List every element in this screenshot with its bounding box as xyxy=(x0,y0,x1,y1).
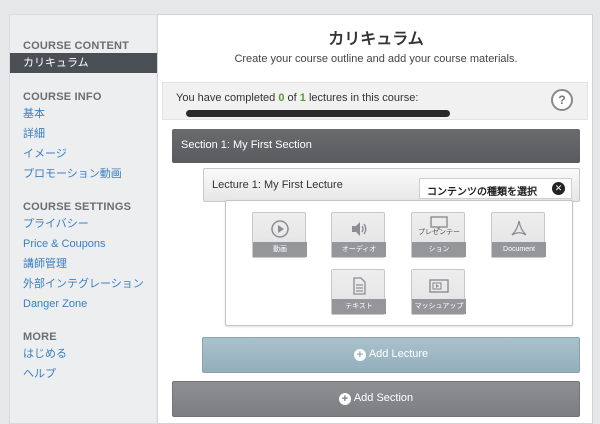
plus-circle-icon: + xyxy=(338,393,351,405)
section-title: Section 1: My First Section xyxy=(181,139,312,151)
sidebar-group-course-info: COURSE INFO 基本 詳細 イメージ プロモーション動画 xyxy=(10,90,157,184)
add-section-content: + Add Section xyxy=(173,392,579,405)
mashup-icon xyxy=(412,275,466,297)
page-subtitle: Create your course outline and add your … xyxy=(234,53,518,65)
content-type-text[interactable]: テキスト xyxy=(331,269,386,315)
content-type-video[interactable]: 動画 xyxy=(252,212,307,258)
content-picker-title: コンテンツの種類を選択 xyxy=(427,187,537,198)
sidebar-item-details[interactable]: 詳細 xyxy=(10,124,157,144)
sidebar-item-privacy[interactable]: プライバシー xyxy=(10,214,157,234)
sidebar-heading-more: MORE xyxy=(23,331,57,343)
sidebar-item-price-coupons[interactable]: Price & Coupons xyxy=(10,234,157,254)
add-lecture-label: Add Lecture xyxy=(368,348,429,360)
sidebar-group-more: MORE はじめる ヘルプ xyxy=(10,330,157,384)
sidebar-item-getting-started[interactable]: はじめる xyxy=(10,344,157,364)
text-icon xyxy=(332,275,386,297)
content-type-presentation[interactable]: プレゼンテー ション xyxy=(411,212,466,258)
sidebar-item-integrations[interactable]: 外部インテグレーション xyxy=(10,274,157,294)
progress-bar xyxy=(186,110,450,117)
add-section-label: Add Section xyxy=(353,392,414,404)
content-type-document[interactable]: Document xyxy=(491,212,546,258)
sidebar: COURSE CONTENT カリキュラム COURSE INFO 基本 詳細 … xyxy=(9,14,157,424)
page-title: カリキュラム xyxy=(328,31,424,48)
sidebar-item-promo-video[interactable]: プロモーション動画 xyxy=(10,164,157,184)
content-type-label: マッシュアップ xyxy=(412,299,466,314)
lecture-title: Lecture 1: My First Lecture xyxy=(212,179,343,191)
content-type-label: 動画 xyxy=(253,242,307,257)
content-type-label: テキスト xyxy=(332,299,386,314)
sidebar-item-danger-zone[interactable]: Danger Zone xyxy=(10,294,157,314)
plus-circle-icon: + xyxy=(353,349,366,361)
video-icon xyxy=(253,218,307,240)
add-section-button[interactable]: + Add Section xyxy=(172,381,580,417)
content-type-label: オーディオ xyxy=(332,242,386,257)
sidebar-item-curriculum[interactable]: カリキュラム xyxy=(10,53,157,73)
audio-icon xyxy=(332,218,386,240)
progress-prefix: You have completed xyxy=(176,92,279,104)
add-lecture-button[interactable]: + Add Lecture xyxy=(202,337,580,373)
sidebar-item-help[interactable]: ヘルプ xyxy=(10,364,157,384)
progress-text: You have completed 0 of 1 lectures in th… xyxy=(176,92,418,104)
main-panel: カリキュラム Create your course outline and ad… xyxy=(157,14,593,424)
sidebar-item-basics[interactable]: 基本 xyxy=(10,104,157,124)
close-icon[interactable]: ✕ xyxy=(552,182,565,195)
help-icon[interactable]: ? xyxy=(551,89,573,111)
progress-suffix: lectures in this course: xyxy=(305,92,419,104)
document-icon xyxy=(492,218,546,240)
sidebar-group-course-content: COURSE CONTENT カリキュラム xyxy=(10,39,157,73)
sidebar-heading-course-content: COURSE CONTENT xyxy=(23,40,130,52)
content-type-label-top: プレゼンテー xyxy=(418,229,460,236)
content-picker-header: コンテンツの種類を選択 ✕ xyxy=(419,178,572,199)
sidebar-heading-course-settings: COURSE SETTINGS xyxy=(23,201,132,213)
content-type-panel: 動画 オーディオ プレゼンテー ション Document テキスト マッシュアッ… xyxy=(225,200,573,326)
content-type-label: Document xyxy=(492,242,546,257)
sidebar-item-image[interactable]: イメージ xyxy=(10,144,157,164)
progress-middle: of xyxy=(284,92,300,104)
content-type-mashup[interactable]: マッシュアップ xyxy=(411,269,466,315)
sidebar-group-course-settings: COURSE SETTINGS プライバシー Price & Coupons 講… xyxy=(10,200,157,314)
progress-box: You have completed 0 of 1 lectures in th… xyxy=(162,82,588,120)
sidebar-heading-course-info: COURSE INFO xyxy=(23,91,102,103)
add-lecture-content: + Add Lecture xyxy=(203,348,579,361)
sidebar-item-instructors[interactable]: 講師管理 xyxy=(10,254,157,274)
content-type-label: ション xyxy=(412,242,466,257)
content-type-audio[interactable]: オーディオ xyxy=(331,212,386,258)
section-header[interactable]: Section 1: My First Section xyxy=(172,129,580,163)
